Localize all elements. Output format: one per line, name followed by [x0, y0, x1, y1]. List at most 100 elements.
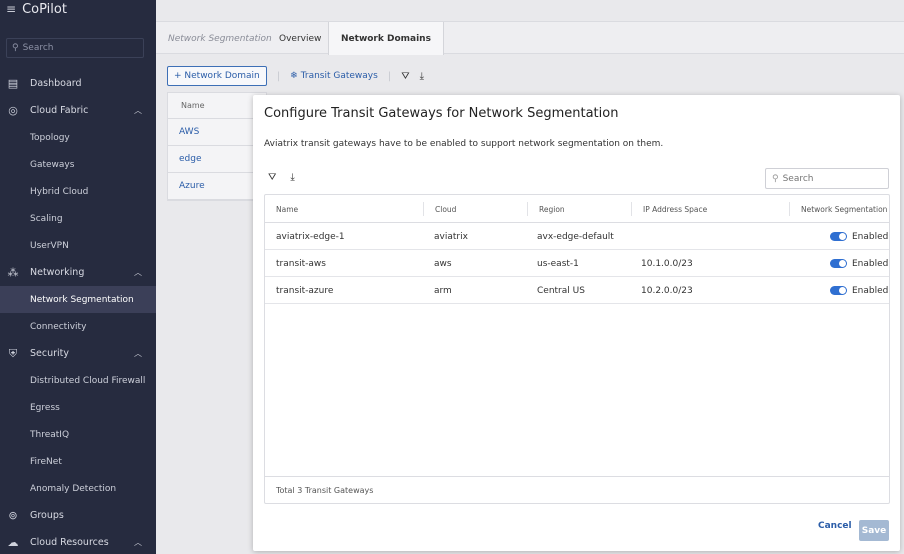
breadcrumb[interactable]: Network Segmentation	[156, 22, 284, 55]
sidebar-item-label: Scaling	[30, 213, 63, 224]
toolbar: + Network Domain | ❄ Transit Gateways | …	[167, 66, 424, 86]
column-header-network-segmentation[interactable]: Network Segmentation	[789, 202, 887, 216]
sidebar-item-firenet[interactable]: FireNet	[0, 448, 156, 475]
transit-gateways-table: Name Cloud Region IP Address Space Netwo…	[264, 194, 890, 504]
sidebar-item-label: Egress	[30, 402, 60, 413]
cancel-button[interactable]: Cancel	[818, 521, 852, 531]
filter-icon[interactable]: ⛛	[268, 172, 276, 183]
tabs-bar: Network Segmentation Overview Network Do…	[156, 21, 904, 55]
cell-name: transit-aws	[276, 258, 326, 269]
sidebar-item-groups[interactable]: ⊚ Groups	[0, 502, 156, 529]
table-row[interactable]: transit-azure arm Central US 10.2.0.0/23…	[265, 277, 889, 304]
sidebar-item-label: Topology	[30, 132, 70, 143]
segmentation-toggle[interactable]	[830, 286, 847, 295]
table-row[interactable]: aviatrix-edge-1 aviatrix avx-edge-defaul…	[265, 223, 889, 250]
sidebar-search[interactable]: ⚲ Search	[6, 38, 144, 58]
column-header-name[interactable]: Name	[265, 195, 298, 223]
segmentation-status: Enabled	[852, 258, 889, 269]
chevron-up-icon: ︿	[134, 349, 142, 358]
cell-ip: 10.1.0.0/23	[641, 258, 693, 269]
sidebar-item-label: Distributed Cloud Firewall	[30, 375, 146, 386]
cloud-resources-icon: ☁	[7, 536, 19, 549]
sidebar-item-label: FireNet	[30, 456, 62, 467]
sidebar-item-connectivity[interactable]: Connectivity	[0, 313, 156, 340]
sidebar-item-topology[interactable]: Topology	[0, 124, 156, 151]
cell-region: us-east-1	[537, 258, 579, 269]
sidebar-item-label: Hybrid Cloud	[30, 186, 89, 197]
sidebar-item-threatiq[interactable]: ThreatIQ	[0, 421, 156, 448]
network-domains-table: Name AWS edge Azure	[167, 92, 267, 201]
chevron-up-icon: ︿	[134, 538, 142, 547]
sidebar-item-label: UserVPN	[30, 240, 69, 251]
toolbar-divider: |	[276, 70, 281, 82]
download-icon[interactable]: ⤓	[290, 172, 294, 183]
sidebar-item-scaling[interactable]: Scaling	[0, 205, 156, 232]
modal-toolbar: ⛛ ⤓	[268, 172, 295, 183]
sidebar-item-label: Connectivity	[30, 321, 87, 332]
sidebar-item-label: Anomaly Detection	[30, 483, 117, 494]
configure-transit-gateways-modal: Configure Transit Gateways for Network S…	[253, 95, 900, 551]
cell-cloud: aws	[434, 258, 452, 269]
security-shield-icon: ⛨	[8, 346, 18, 360]
column-header-cloud[interactable]: Cloud	[423, 202, 456, 216]
cell-ip: 10.2.0.0/23	[641, 285, 693, 296]
add-network-domain-label: + Network Domain	[174, 71, 260, 81]
cell-name: aviatrix-edge-1	[276, 231, 345, 242]
modal-search: ⚲	[765, 168, 889, 189]
sidebar-item-uservpn[interactable]: UserVPN	[0, 232, 156, 259]
networking-icon: ⁂	[7, 266, 19, 279]
search-icon: ⚲	[12, 43, 19, 53]
transit-gateways-button[interactable]: ❄ Transit Gateways	[290, 71, 378, 81]
cloud-fabric-icon: ◎	[8, 104, 18, 117]
sidebar-item-dashboard[interactable]: ▤ Dashboard	[0, 70, 156, 97]
collapse-menu-icon[interactable]: ≡	[6, 2, 16, 16]
cell-name: transit-azure	[276, 285, 334, 296]
gear-icon: ❄	[290, 71, 298, 81]
sidebar-item-security[interactable]: ⛨ Security ︿	[0, 340, 156, 367]
tab-overview[interactable]: Overview	[267, 22, 333, 55]
cell-region: Central US	[537, 285, 585, 296]
table-row[interactable]: edge	[168, 146, 266, 173]
column-header-name[interactable]: Name	[168, 93, 266, 119]
app-title: CoPilot	[22, 1, 67, 17]
segmentation-cell: Enabled	[830, 277, 888, 304]
dashboard-icon: ▤	[7, 77, 19, 90]
sidebar-item-label: Dashboard	[30, 78, 82, 89]
transit-gateways-label: Transit Gateways	[300, 71, 378, 81]
sidebar-item-egress[interactable]: Egress	[0, 394, 156, 421]
segmentation-cell: Enabled	[830, 250, 888, 277]
chevron-up-icon: ︿	[134, 106, 142, 115]
sidebar-item-cloud-resources[interactable]: ☁ Cloud Resources ︿	[0, 529, 156, 554]
table-header: Name Cloud Region IP Address Space Netwo…	[265, 195, 889, 223]
table-footer: Total 3 Transit Gateways	[265, 476, 889, 503]
segmentation-toggle[interactable]	[830, 259, 847, 268]
sidebar-item-label: Network Segmentation	[30, 294, 134, 305]
download-icon[interactable]: ⤓	[420, 71, 424, 82]
table-row[interactable]: Azure	[168, 173, 266, 200]
sidebar-item-anomaly-detection[interactable]: Anomaly Detection	[0, 475, 156, 502]
add-network-domain-button[interactable]: + Network Domain	[167, 66, 267, 86]
chevron-up-icon: ︿	[134, 268, 142, 277]
sidebar-item-label: Security	[30, 348, 70, 359]
sidebar-item-label: Cloud Fabric	[30, 105, 89, 116]
table-row[interactable]: AWS	[168, 119, 266, 146]
sidebar: ≡ CoPilot ⚲ Search ▤ Dashboard ◎ Cloud F…	[0, 0, 156, 554]
filter-icon[interactable]: ⛛	[401, 71, 409, 82]
sidebar-item-distributed-cloud-firewall[interactable]: Distributed Cloud Firewall	[0, 367, 156, 394]
sidebar-item-networking[interactable]: ⁂ Networking ︿	[0, 259, 156, 286]
sidebar-item-hybrid-cloud[interactable]: Hybrid Cloud	[0, 178, 156, 205]
cell-region: avx-edge-default	[537, 231, 614, 242]
groups-icon: ⊚	[8, 509, 18, 522]
tab-network-domains[interactable]: Network Domains	[328, 22, 444, 55]
cell-cloud: arm	[434, 285, 452, 296]
brand: ≡ CoPilot	[6, 0, 67, 18]
column-header-ip-address-space[interactable]: IP Address Space	[631, 202, 707, 216]
modal-search-input[interactable]	[782, 173, 879, 184]
sidebar-item-cloud-fabric[interactable]: ◎ Cloud Fabric ︿	[0, 97, 156, 124]
save-button[interactable]: Save	[859, 520, 889, 541]
sidebar-item-gateways[interactable]: Gateways	[0, 151, 156, 178]
table-row[interactable]: transit-aws aws us-east-1 10.1.0.0/23 En…	[265, 250, 889, 277]
column-header-region[interactable]: Region	[527, 202, 565, 216]
segmentation-toggle[interactable]	[830, 232, 847, 241]
sidebar-item-network-segmentation[interactable]: Network Segmentation	[0, 286, 156, 313]
